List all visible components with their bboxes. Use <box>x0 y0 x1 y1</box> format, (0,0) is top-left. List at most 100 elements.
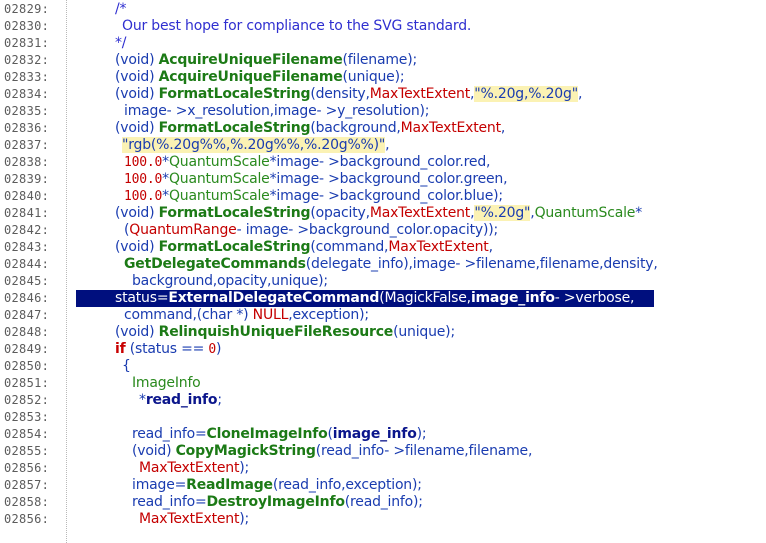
code-line[interactable]: 02856: MaxTextExtent); <box>0 511 766 528</box>
code-token: * <box>162 171 169 187</box>
code-token: ) <box>216 341 222 357</box>
code-line[interactable]: 02834: (void) FormatLocaleString(density,… <box>0 86 766 103</box>
code-token: FormatLocaleString <box>158 86 311 102</box>
code-token: (void) <box>115 52 159 68</box>
code-token: 100.0 <box>124 172 163 187</box>
code-token: MaxTextExtent <box>369 205 471 221</box>
code-line[interactable]: 02835: image- >x_resolution,image- >y_res… <box>0 103 766 120</box>
code-line[interactable]: 02851: ImageInfo <box>0 375 766 392</box>
line-number: 02836: <box>4 121 50 135</box>
code-line[interactable]: 02853: <box>0 409 766 426</box>
code-token: MaxTextExtent <box>400 120 501 136</box>
code-token: - image- >background_color.opacity)); <box>236 222 499 238</box>
code-token: (unique); <box>393 324 455 340</box>
code-text: MaxTextExtent); <box>139 511 249 528</box>
code-text: read_info=DestroyImageInfo(read_info); <box>132 494 423 511</box>
code-line[interactable]: 02829: /* <box>0 1 766 18</box>
code-token: , <box>488 239 493 255</box>
code-token: image_info <box>470 290 555 306</box>
code-token: MaxTextExtent <box>369 86 471 102</box>
code-token: GetDelegateCommands <box>124 256 306 272</box>
code-line[interactable]: 02852: *read_info; <box>0 392 766 409</box>
code-line[interactable]: 02858: read_info=DestroyImageInfo(read_in… <box>0 494 766 511</box>
code-token: * <box>162 188 169 204</box>
code-line[interactable]: 02842: (QuantumRange- image- >background_… <box>0 222 766 239</box>
code-token: ReadImage <box>186 477 273 493</box>
code-line[interactable]: 02857: image=ReadImage(read_info,exceptio… <box>0 477 766 494</box>
code-token: if <box>115 341 126 357</box>
code-text: */ <box>115 35 127 52</box>
code-token: QuantumRange <box>129 222 237 238</box>
code-token: CopyMagickString <box>175 443 316 459</box>
code-line[interactable]: 02856: MaxTextExtent); <box>0 460 766 477</box>
code-line[interactable]: 02839: 100.0*QuantumScale*image- >backgro… <box>0 171 766 188</box>
code-token: image- >x_resolution,image- >y_resolutio… <box>124 103 430 119</box>
code-line[interactable]: 02838: 100.0*QuantumScale*image- >backgro… <box>0 154 766 171</box>
code-token: AcquireUniqueFilename <box>158 69 343 85</box>
code-text: background,opacity,unique); <box>132 273 328 290</box>
code-token: command,(char *) <box>124 307 253 323</box>
code-text: GetDelegateCommands(delegate_info),image… <box>124 256 658 273</box>
line-number: 02856: <box>4 461 50 475</box>
code-token: RelinquishUniqueFileResource <box>158 324 394 340</box>
code-line[interactable]: 02832: (void) AcquireUniqueFilename(filen… <box>0 52 766 69</box>
code-token: DestroyImageInfo <box>206 494 345 510</box>
code-line[interactable]: 02855: (void) CopyMagickString(read_info-… <box>0 443 766 460</box>
code-token: (void) <box>132 443 176 459</box>
code-line[interactable]: 02831: */ <box>0 35 766 52</box>
line-number: 02829: <box>4 2 50 16</box>
code-token: (void) <box>115 69 159 85</box>
code-token: "rgb(%.20g%%,%.20g%%,%.20g%%)" <box>122 137 386 153</box>
code-line[interactable]: 02830: Our best hope for compliance to th… <box>0 18 766 35</box>
code-line-selected[interactable]: 02846: status=ExternalDelegateCommand(Mag… <box>0 290 766 307</box>
code-token: 100.0 <box>124 155 163 170</box>
code-line[interactable]: 02848: (void) RelinquishUniqueFileResourc… <box>0 324 766 341</box>
code-text: 100.0*QuantumScale*image- >background_co… <box>124 171 508 188</box>
code-line[interactable]: 02837: "rgb(%.20g%%,%.20g%%,%.20g%%)", <box>0 137 766 154</box>
code-token: /* <box>115 1 127 17</box>
code-token: 100.0 <box>124 189 163 204</box>
code-editor[interactable]: 02829: /* 02830: Our best hope for complian… <box>0 0 766 543</box>
code-text: (void) FormatLocaleString(command,MaxTex… <box>115 239 493 256</box>
code-token: * <box>162 154 169 170</box>
code-token: MaxTextExtent <box>139 511 240 527</box>
code-token: (status == <box>125 341 209 357</box>
code-text: "rgb(%.20g%%,%.20g%%,%.20g%%)", <box>122 137 390 154</box>
line-number: 02845: <box>4 274 50 288</box>
code-token: status= <box>115 290 169 306</box>
code-token: - >verbose, <box>554 290 635 306</box>
code-line[interactable]: 02850: { <box>0 358 766 375</box>
code-line[interactable]: 02840: 100.0*QuantumScale*image- >backgro… <box>0 188 766 205</box>
code-text: ImageInfo <box>132 375 201 392</box>
code-text: command,(char *) NULL,exception); <box>124 307 369 324</box>
line-number: 02856: <box>4 512 50 526</box>
code-text: (void) FormatLocaleString(background,Max… <box>115 120 505 137</box>
code-text: (void) FormatLocaleString(density,MaxTex… <box>115 86 582 103</box>
code-token: (void) <box>115 120 159 136</box>
code-line[interactable]: 02844: GetDelegateCommands(delegate_info)… <box>0 256 766 273</box>
line-number: 02840: <box>4 189 50 203</box>
code-text: image- >x_resolution,image- >y_resolutio… <box>124 103 429 120</box>
code-token: FormatLocaleString <box>158 205 311 221</box>
code-line[interactable]: 02843: (void) FormatLocaleString(command,… <box>0 239 766 256</box>
code-text: Our best hope for compliance to the SVG … <box>122 18 471 35</box>
code-token: ,exception); <box>288 307 369 323</box>
line-number: 02857: <box>4 478 50 492</box>
code-token: "%.20g,%.20g" <box>474 86 578 102</box>
code-line[interactable]: 02847: command,(char *) NULL,exception); <box>0 307 766 324</box>
code-line[interactable]: 02849: if (status == 0) <box>0 341 766 358</box>
code-line[interactable]: 02836: (void) FormatLocaleString(backgrou… <box>0 120 766 137</box>
code-line[interactable]: 02845: background,opacity,unique); <box>0 273 766 290</box>
code-text: if (status == 0) <box>115 341 222 358</box>
code-token: AcquireUniqueFilename <box>158 52 343 68</box>
code-line[interactable]: 02854: read_info=CloneImageInfo(image_inf… <box>0 426 766 443</box>
code-token: *image- >background_color.blue); <box>269 188 504 204</box>
line-number: 02832: <box>4 53 50 67</box>
code-line[interactable]: 02841: (void) FormatLocaleString(opacity,… <box>0 205 766 222</box>
line-number: 02852: <box>4 393 50 407</box>
code-token: , <box>500 120 506 136</box>
line-number: 02854: <box>4 427 50 441</box>
code-token: (read_info); <box>344 494 423 510</box>
code-line[interactable]: 02833: (void) AcquireUniqueFilename(uniqu… <box>0 69 766 86</box>
code-token: read_info= <box>132 426 207 442</box>
